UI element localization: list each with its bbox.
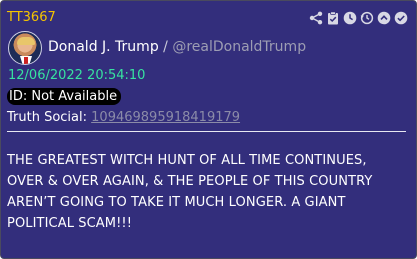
id-badge: ID: Not Available <box>7 88 122 105</box>
author-separator: / <box>163 39 168 55</box>
clock-icon[interactable] <box>343 11 357 25</box>
post-toolbar <box>309 11 408 25</box>
author-handle[interactable]: @realDonaldTrump <box>172 39 306 55</box>
truth-social-label: Truth Social: <box>7 110 88 125</box>
share-icon[interactable] <box>309 11 323 25</box>
history-icon[interactable] <box>360 11 374 25</box>
post-body: THE GREATEST WITCH HUNT OF ALL TIME CONT… <box>7 153 373 231</box>
post-timestamp: 12/06/2022 20:54:10 <box>8 68 146 83</box>
author-line: Donald J. Trump / @realDonaldTrump <box>48 39 306 56</box>
chevron-up-circle-icon[interactable] <box>377 11 391 25</box>
truth-social-line: Truth Social: 109469895918419179 <box>7 110 240 126</box>
avatar[interactable] <box>8 31 42 65</box>
post-card: TT3667 Donald J. Trump / @realDonaldTrum… <box>0 0 417 259</box>
author-name[interactable]: Donald J. Trump <box>48 39 159 55</box>
truth-social-link[interactable]: 109469895918419179 <box>91 110 240 125</box>
clipboard-check-icon[interactable] <box>326 11 340 25</box>
check-circle-icon[interactable] <box>394 11 408 25</box>
divider <box>7 131 406 132</box>
post-id: TT3667 <box>7 10 56 25</box>
